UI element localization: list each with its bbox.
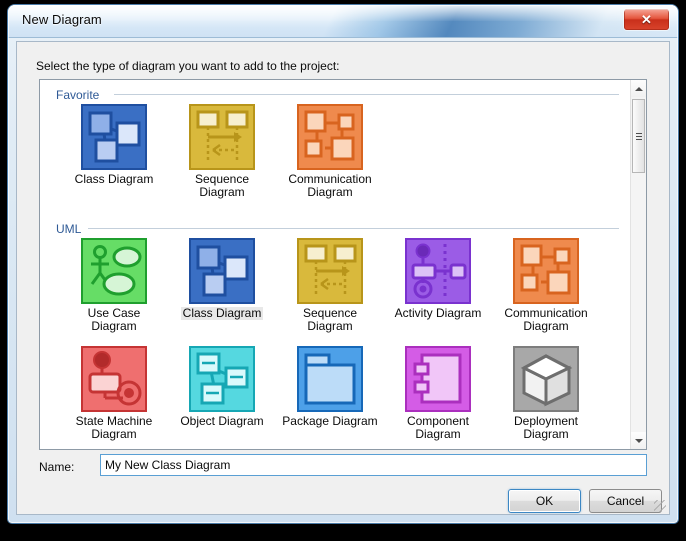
section-header-uml: UML bbox=[56, 222, 82, 236]
tile-label: Communication Diagram bbox=[504, 306, 588, 333]
class-diagram-icon bbox=[189, 238, 255, 304]
scroll-up-button[interactable] bbox=[631, 80, 646, 97]
section-rule-favorite bbox=[114, 94, 619, 95]
tile-uml-communication-diagram[interactable]: Communication Diagram bbox=[494, 238, 598, 335]
new-diagram-dialog: New Diagram ✕ Select the type of diagram… bbox=[8, 5, 678, 523]
sequence-diagram-icon bbox=[297, 238, 363, 304]
cancel-button[interactable]: Cancel bbox=[589, 489, 662, 513]
grip-icon bbox=[636, 133, 642, 140]
tile-favorite-sequence-diagram[interactable]: Sequence Diagram bbox=[170, 104, 274, 201]
name-label: Name: bbox=[39, 460, 75, 474]
tile-label: Class Diagram bbox=[74, 172, 154, 186]
diagram-type-list: Favorite Class Diagram Sequence Diagram … bbox=[39, 79, 647, 450]
tile-label: Sequence Diagram bbox=[194, 172, 250, 199]
tile-label: Component Diagram bbox=[406, 414, 470, 441]
communication-diagram-icon bbox=[297, 104, 363, 170]
instruction-text: Select the type of diagram you want to a… bbox=[36, 59, 340, 73]
state-machine-diagram-icon bbox=[81, 346, 147, 412]
name-input[interactable] bbox=[100, 454, 647, 476]
scrollbar-thumb[interactable] bbox=[632, 99, 645, 173]
scroll-down-button[interactable] bbox=[631, 432, 646, 449]
resize-grip[interactable] bbox=[654, 500, 666, 512]
component-diagram-icon bbox=[405, 346, 471, 412]
tile-uml-state-machine-diagram[interactable]: State Machine Diagram bbox=[62, 346, 166, 443]
tile-label: Object Diagram bbox=[180, 414, 264, 428]
tile-uml-deployment-diagram[interactable]: Deployment Diagram bbox=[494, 346, 598, 443]
activity-diagram-icon bbox=[405, 238, 471, 304]
tile-label: Deployment Diagram bbox=[513, 414, 579, 441]
tile-label: Package Diagram bbox=[282, 414, 378, 428]
close-button[interactable]: ✕ bbox=[624, 9, 669, 30]
diagram-list-viewport: Favorite Class Diagram Sequence Diagram … bbox=[40, 80, 632, 449]
communication-diagram-icon bbox=[513, 238, 579, 304]
tile-favorite-class-diagram[interactable]: Class Diagram bbox=[62, 104, 166, 188]
title-bar[interactable]: New Diagram ✕ bbox=[8, 5, 678, 38]
tile-uml-use-case-diagram[interactable]: Use Case Diagram bbox=[62, 238, 166, 335]
window-title: New Diagram bbox=[22, 12, 102, 27]
package-diagram-icon bbox=[297, 346, 363, 412]
deployment-diagram-icon bbox=[513, 346, 579, 412]
desktop-background: New Diagram ✕ Select the type of diagram… bbox=[0, 0, 686, 541]
tile-label: Use Case Diagram bbox=[87, 306, 141, 333]
object-diagram-icon bbox=[189, 346, 255, 412]
tile-label: Sequence Diagram bbox=[302, 306, 358, 333]
tile-uml-sequence-diagram[interactable]: Sequence Diagram bbox=[278, 238, 382, 335]
tile-favorite-communication-diagram[interactable]: Communication Diagram bbox=[278, 104, 382, 201]
tile-uml-package-diagram[interactable]: Package Diagram bbox=[278, 346, 382, 430]
close-icon: ✕ bbox=[641, 12, 652, 27]
tile-label: State Machine Diagram bbox=[75, 414, 153, 441]
use-case-diagram-icon bbox=[81, 238, 147, 304]
ok-button[interactable]: OK bbox=[508, 489, 581, 513]
tile-uml-component-diagram[interactable]: Component Diagram bbox=[386, 346, 490, 443]
tile-uml-activity-diagram[interactable]: Activity Diagram bbox=[386, 238, 490, 322]
title-bar-sheen bbox=[8, 5, 678, 21]
section-rule-uml bbox=[88, 228, 619, 229]
tile-uml-object-diagram[interactable]: Object Diagram bbox=[170, 346, 274, 430]
title-bar-divider bbox=[8, 37, 678, 38]
dialog-client-area: Select the type of diagram you want to a… bbox=[16, 41, 670, 515]
tile-label: Communication Diagram bbox=[288, 172, 372, 199]
section-header-favorite: Favorite bbox=[56, 88, 100, 102]
tile-uml-class-diagram[interactable]: Class Diagram bbox=[170, 238, 274, 322]
tile-label: Activity Diagram bbox=[394, 306, 482, 320]
tile-label: Class Diagram bbox=[180, 306, 264, 320]
sequence-diagram-icon bbox=[189, 104, 255, 170]
class-diagram-icon bbox=[81, 104, 147, 170]
vertical-scrollbar[interactable] bbox=[630, 80, 646, 449]
chevron-down-icon bbox=[634, 438, 643, 443]
chevron-up-icon bbox=[634, 86, 643, 91]
